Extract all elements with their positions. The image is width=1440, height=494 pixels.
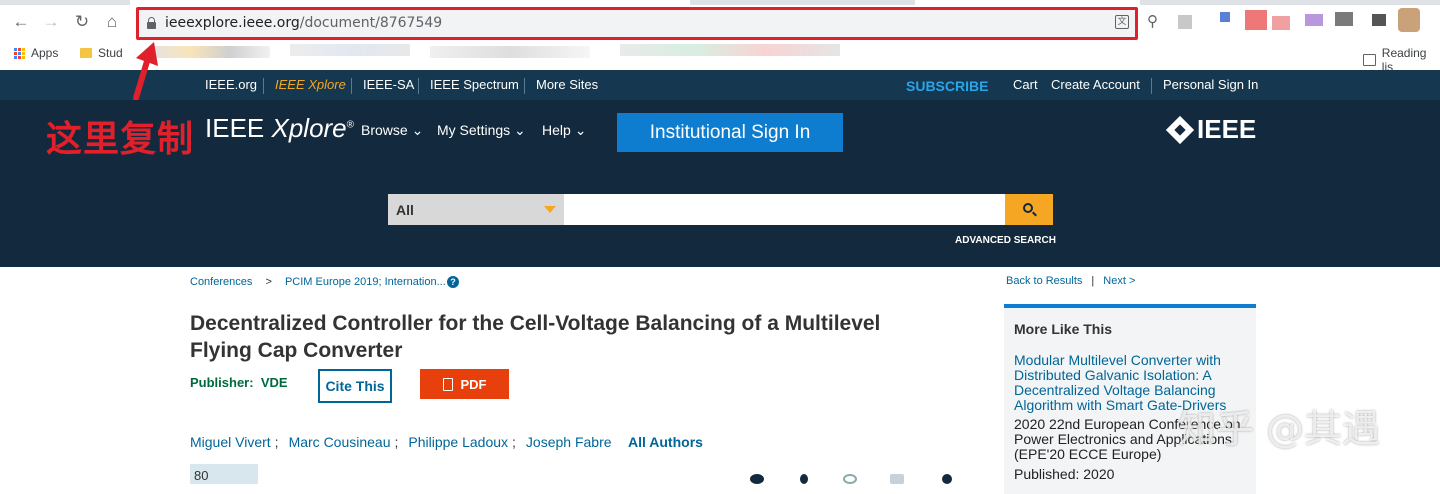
breadcrumb-conference[interactable]: PCIM Europe 2019; Internation... (285, 276, 446, 288)
extension-icon[interactable] (1335, 12, 1353, 26)
all-authors-link[interactable]: All Authors (628, 434, 703, 450)
cart-link[interactable]: Cart (1013, 77, 1038, 92)
divider (351, 78, 352, 94)
extension-icon[interactable] (1305, 14, 1323, 26)
divider (418, 78, 419, 94)
ieee-header: IEEE Xplore® Browse ⌄ My Settings ⌄ Help… (0, 100, 1440, 267)
author-link[interactable]: Miguel Vivert (190, 434, 271, 450)
ieee-logo[interactable]: IEEE (1165, 114, 1256, 145)
ieee-topbar: IEEE.org IEEE Xplore IEEE-SA IEEE Spectr… (0, 70, 1440, 100)
extension-icon[interactable] (1272, 16, 1290, 30)
tool-icon[interactable] (942, 474, 952, 484)
author-list: Miguel Vivert; Marc Cousineau; Philippe … (190, 434, 612, 450)
ieee-xplore-logo[interactable]: IEEE Xplore® (205, 113, 354, 144)
tool-icon[interactable] (750, 474, 764, 484)
breadcrumb-separator: > (265, 276, 272, 288)
tool-icon[interactable] (843, 474, 857, 484)
breadcrumb: Conferences > PCIM Europe 2019; Internat… (190, 276, 446, 288)
author-link[interactable]: Marc Cousineau (289, 434, 391, 450)
subscribe-link[interactable]: SUBSCRIBE (906, 78, 988, 94)
reading-list-icon (1363, 54, 1376, 66)
profile-avatar[interactable] (1398, 8, 1420, 32)
next-result-link[interactable]: Next > (1103, 275, 1135, 287)
cite-this-button[interactable]: Cite This (318, 369, 392, 403)
citation-metric: 80 (190, 464, 258, 484)
search-input[interactable] (564, 194, 1005, 225)
chevron-down-icon: ⌄ (574, 122, 587, 138)
link-ieee-org[interactable]: IEEE.org (205, 77, 257, 92)
search-button[interactable] (1005, 194, 1053, 225)
extension-icon[interactable] (1220, 12, 1230, 22)
breadcrumb-conferences[interactable]: Conferences (190, 276, 252, 288)
search-scope-select[interactable]: All (388, 194, 564, 225)
back-to-results-link[interactable]: Back to Results (1006, 275, 1082, 287)
author-link[interactable]: Joseph Fabre (526, 434, 612, 450)
translate-icon[interactable]: 文 (1115, 15, 1129, 29)
pdf-icon (442, 377, 453, 391)
apps-grid-icon (14, 47, 25, 59)
tool-icon[interactable] (890, 474, 904, 484)
bookmark-blurred[interactable] (290, 44, 410, 56)
extension-icon[interactable] (1372, 14, 1386, 26)
menu-help[interactable]: Help ⌄ (542, 122, 586, 139)
chevron-down-icon: ⌄ (514, 122, 526, 138)
help-icon[interactable]: ? (447, 276, 459, 288)
link-ieee-xplore[interactable]: IEEE Xplore (275, 77, 346, 92)
link-ieee-sa[interactable]: IEEE-SA (363, 77, 414, 92)
home-icon[interactable]: ⌂ (100, 11, 124, 33)
link-ieee-spectrum[interactable]: IEEE Spectrum (430, 77, 519, 92)
menu-my-settings[interactable]: My Settings ⌄ (437, 122, 526, 139)
publisher: Publisher: VDE (190, 375, 288, 390)
link-more-sites[interactable]: More Sites (536, 77, 598, 92)
bookmarks-bar: Apps Stud Reading lis (0, 42, 1440, 74)
more-like-this-heading: More Like This (1014, 321, 1113, 337)
annotation-label: 这里复制 (46, 119, 195, 160)
create-account-link[interactable]: Create Account (1051, 77, 1140, 92)
extension-icon[interactable] (1178, 15, 1192, 29)
bookmark-blurred[interactable] (430, 46, 590, 58)
personal-sign-in-link[interactable]: Personal Sign In (1163, 77, 1258, 92)
forward-icon[interactable]: → (39, 11, 63, 33)
url-text[interactable]: ieeexplore.ieee.org/document/8767549 (165, 15, 442, 31)
chevron-down-icon: ⌄ (411, 122, 424, 138)
pdf-button[interactable]: PDF (420, 369, 509, 399)
divider (263, 78, 264, 94)
divider (524, 78, 525, 94)
search-icon (1023, 203, 1033, 213)
annotation-arrow (133, 42, 158, 100)
reload-icon[interactable]: ↻ (70, 11, 94, 33)
caret-down-icon (544, 206, 556, 213)
tool-icon[interactable] (800, 474, 808, 484)
institutional-sign-in-button[interactable]: Institutional Sign In (617, 113, 843, 152)
results-nav: Back to Results | Next > (1006, 275, 1136, 287)
menu-browse[interactable]: Browse ⌄ (361, 122, 423, 139)
bookmark-apps[interactable]: Apps (14, 46, 58, 60)
tab-strip (0, 0, 130, 5)
document-title: Decentralized Controller for the Cell-Vo… (190, 312, 881, 362)
folder-icon (80, 48, 92, 58)
extension-icon[interactable] (1245, 10, 1267, 30)
tab-strip (1140, 0, 1440, 5)
tab-strip (690, 0, 915, 5)
advanced-search-link[interactable]: ADVANCED SEARCH (955, 235, 1056, 246)
bookmark-blurred[interactable] (620, 44, 840, 56)
browser-chrome: ← → ↻ ⌂ ieeexplore.ieee.org/document/876… (0, 0, 1440, 74)
divider (1151, 78, 1152, 94)
back-icon[interactable]: ← (9, 11, 33, 33)
ieee-diamond-icon (1165, 115, 1195, 144)
author-link[interactable]: Philippe Ladoux (408, 434, 508, 450)
zoom-icon[interactable]: ⚲ (1147, 12, 1158, 30)
bookmark-folder[interactable]: Stud (80, 46, 123, 60)
address-bar[interactable]: ieeexplore.ieee.org/document/8767549 文 (136, 7, 1138, 40)
watermark: 知乎 @其遇 (1178, 407, 1381, 451)
lock-icon[interactable] (147, 17, 156, 29)
